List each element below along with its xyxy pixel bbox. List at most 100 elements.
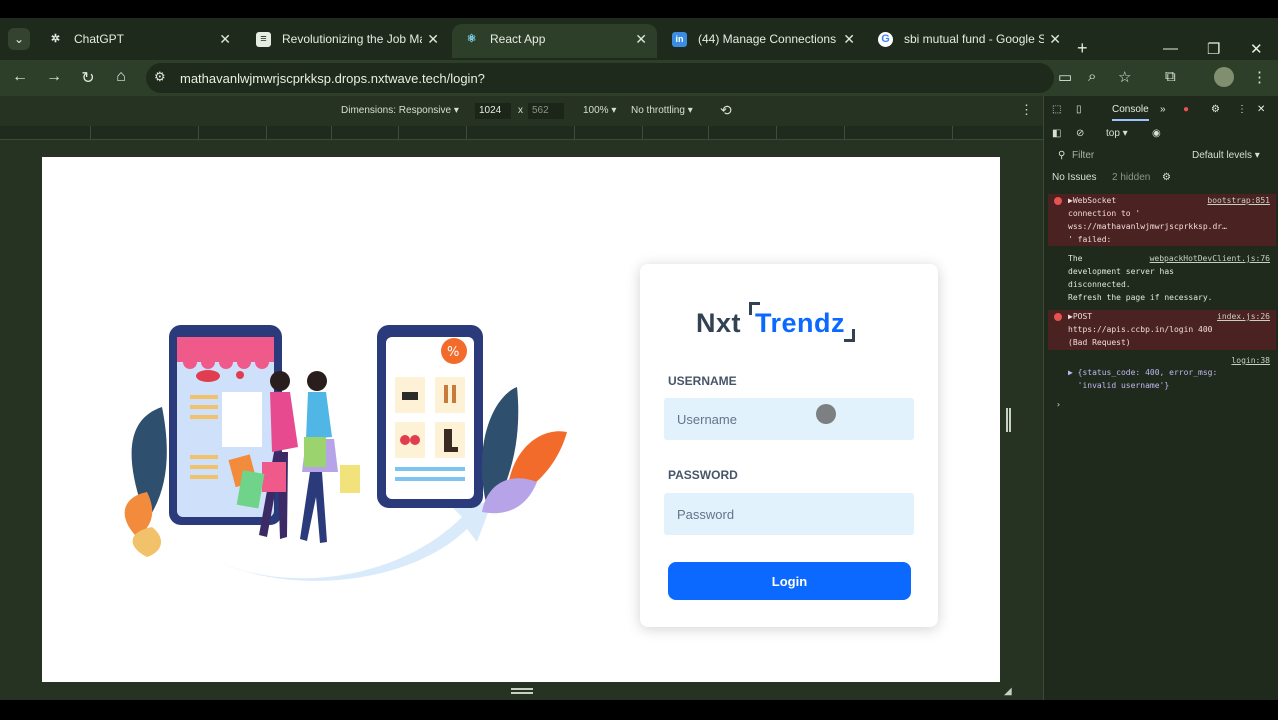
prompt-caret: › xyxy=(1056,400,1061,409)
tab-label: Revolutionizing the Job Mar xyxy=(282,32,422,46)
tab-label: sbi mutual fund - Google Se xyxy=(904,32,1044,46)
issues-label[interactable]: No Issues xyxy=(1052,172,1096,183)
media-query-ruler xyxy=(0,126,1043,140)
page-viewport: % NxtTrendz USERNAME PASSWORD Login xyxy=(42,157,1000,682)
linkedin-icon: in xyxy=(672,32,687,47)
tab-search-button[interactable]: ⌄ xyxy=(8,28,30,50)
home-icon[interactable]: ⌂ xyxy=(111,68,131,86)
extensions-icon[interactable]: ⧉ xyxy=(1165,68,1176,85)
login-button[interactable]: Login xyxy=(668,562,911,600)
height-input[interactable]: 562 xyxy=(528,103,564,119)
google-icon: G xyxy=(878,32,893,47)
back-icon[interactable]: ← xyxy=(10,68,30,86)
rotate-icon[interactable]: ⟲ xyxy=(720,102,732,119)
tab-revolutionizing[interactable]: ≡ Revolutionizing the Job Mar ✕ xyxy=(244,24,449,58)
live-expression-eye-icon[interactable]: ◉ xyxy=(1152,128,1161,139)
console-prompt[interactable]: › xyxy=(1048,398,1276,412)
message-source-link[interactable]: index.js:26 xyxy=(1217,310,1270,323)
context-select[interactable]: top ▾ xyxy=(1106,128,1128,139)
device-toggle-icon[interactable]: ▯ xyxy=(1076,104,1082,115)
close-icon[interactable]: ✕ xyxy=(635,24,647,54)
address-bar[interactable]: ⚙ mathavanlwjmwrjscprkksp.drops.nxtwave.… xyxy=(146,63,1054,93)
more-tabs-icon[interactable]: » xyxy=(1160,104,1166,115)
resize-handle-right[interactable] xyxy=(1006,408,1011,432)
bookmark-star-icon[interactable]: ☆ xyxy=(1118,68,1131,86)
svg-text:%: % xyxy=(447,345,459,360)
profile-avatar[interactable] xyxy=(1214,67,1234,87)
filter-row: ⚲ Filter Default levels ▾ xyxy=(1044,150,1278,166)
inspect-icon[interactable]: ⬚ xyxy=(1052,104,1061,115)
close-icon[interactable]: ✕ xyxy=(427,24,439,54)
tab-linkedin[interactable]: in (44) Manage Connections | L ✕ xyxy=(660,24,865,58)
zoom-select[interactable]: 100% ▾ xyxy=(583,105,616,116)
console-message-info: webpackHotDevClient.js:76 The developmen… xyxy=(1048,252,1276,306)
shopping-illustration: % xyxy=(124,325,567,581)
touch-cursor xyxy=(816,404,836,424)
close-icon[interactable]: ✕ xyxy=(843,24,855,54)
browser-menu-icon[interactable]: ⋮ xyxy=(1252,68,1267,86)
login-card: NxtTrendz USERNAME PASSWORD Login xyxy=(640,264,938,627)
console-message-error: bootstrap:851 ▶WebSocket connection to '… xyxy=(1048,194,1276,246)
error-count-icon[interactable]: ● xyxy=(1183,104,1189,115)
react-icon: ⚛ xyxy=(466,33,477,45)
filter-input[interactable]: Filter xyxy=(1072,150,1094,161)
doc-icon: ≡ xyxy=(256,32,271,47)
tab-label: (44) Manage Connections | L xyxy=(698,32,838,46)
zoom-icon[interactable]: ⌕ xyxy=(1088,68,1096,85)
logo-trendz: Trendz xyxy=(749,308,851,338)
console-message-log: login:38 ▶ {status_code: 400, error_msg:… xyxy=(1048,354,1276,394)
dimensions-select[interactable]: Dimensions: Responsive ▾ xyxy=(341,105,459,116)
reload-icon[interactable]: ↻ xyxy=(78,68,98,88)
sidebar-toggle-icon[interactable]: ◧ xyxy=(1052,128,1061,139)
device-toolbar-menu-icon[interactable]: ⋮ xyxy=(1020,102,1033,118)
dimension-separator: x xyxy=(518,105,523,116)
resize-handle-bottom[interactable] xyxy=(511,688,533,694)
tab-react-app[interactable]: ⚛ React App ✕ xyxy=(452,24,657,58)
error-icon xyxy=(1054,197,1062,205)
throttling-select[interactable]: No throttling ▾ xyxy=(631,105,693,116)
tab-console[interactable]: Console xyxy=(1112,104,1149,121)
navigation-bar: ← → ↻ ⌂ ⚙ mathavanlwjmwrjscprkksp.drops.… xyxy=(0,60,1278,96)
username-input[interactable] xyxy=(664,398,914,440)
console-settings-icon[interactable]: ⚙ xyxy=(1162,172,1171,183)
minimize-icon[interactable]: — xyxy=(1163,40,1178,57)
password-input[interactable] xyxy=(664,493,914,535)
url-text[interactable]: mathavanlwjmwrjscprkksp.drops.nxtwave.te… xyxy=(180,71,485,86)
close-icon[interactable]: ✕ xyxy=(219,24,231,54)
device-toolbar: Dimensions: Responsive ▾ 1024 x 562 100%… xyxy=(0,96,1043,126)
console-message-error: index.js:26 ▶POST https://apis.ccbp.in/l… xyxy=(1048,310,1276,350)
tab-label: ChatGPT xyxy=(74,32,125,46)
screen: ⌄ ✲ ChatGPT ✕ ≡ Revolutionizing the Job … xyxy=(0,0,1278,720)
nxt-trendz-logo: Nxt Trendz xyxy=(696,308,851,339)
settings-gear-icon[interactable]: ⚙ xyxy=(1211,104,1220,115)
chatgpt-icon: ✲ xyxy=(50,33,61,45)
new-tab-icon[interactable]: + xyxy=(1077,38,1088,59)
devtools-close-icon[interactable]: ✕ xyxy=(1257,104,1265,115)
console-toolbar: ◧ ⊘ top ▾ ◉ xyxy=(1044,128,1278,148)
letterbox-bottom xyxy=(0,700,1278,720)
message-source-link[interactable]: bootstrap:851 xyxy=(1207,194,1270,207)
tab-google[interactable]: G sbi mutual fund - Google Se ✕ xyxy=(866,24,1071,58)
hidden-count: 2 hidden xyxy=(1112,172,1151,183)
site-info-icon[interactable]: ⚙ xyxy=(154,69,166,85)
resize-handle-corner[interactable]: ◢ xyxy=(1004,686,1012,697)
tab-strip: ⌄ ✲ ChatGPT ✕ ≡ Revolutionizing the Job … xyxy=(0,18,1278,60)
tab-label: React App xyxy=(490,32,546,46)
devtools-panel: ⬚ ▯ Console » ● ⚙ ⋮ ✕ ◧ ⊘ top ▾ ◉ ⚲ Filt… xyxy=(1043,96,1278,700)
message-source-link[interactable]: login:38 xyxy=(1231,354,1270,367)
tab-chatgpt[interactable]: ✲ ChatGPT ✕ xyxy=(36,24,241,58)
devtools-menu-icon[interactable]: ⋮ xyxy=(1237,104,1247,115)
cast-icon[interactable]: ▭ xyxy=(1058,68,1072,86)
window-close-icon[interactable]: ✕ xyxy=(1250,40,1263,58)
password-label: PASSWORD xyxy=(668,468,738,482)
clear-console-icon[interactable]: ⊘ xyxy=(1076,128,1084,139)
error-icon xyxy=(1054,313,1062,321)
close-icon[interactable]: ✕ xyxy=(1049,24,1061,54)
message-source-link[interactable]: webpackHotDevClient.js:76 xyxy=(1150,252,1270,265)
width-input[interactable]: 1024 xyxy=(475,103,511,119)
issues-row: No Issues 2 hidden ⚙ xyxy=(1044,172,1278,188)
levels-select[interactable]: Default levels ▾ xyxy=(1192,150,1260,161)
logo-nxt: Nxt xyxy=(696,308,742,338)
forward-icon[interactable]: → xyxy=(44,68,64,86)
restore-icon[interactable]: ❐ xyxy=(1207,40,1220,58)
